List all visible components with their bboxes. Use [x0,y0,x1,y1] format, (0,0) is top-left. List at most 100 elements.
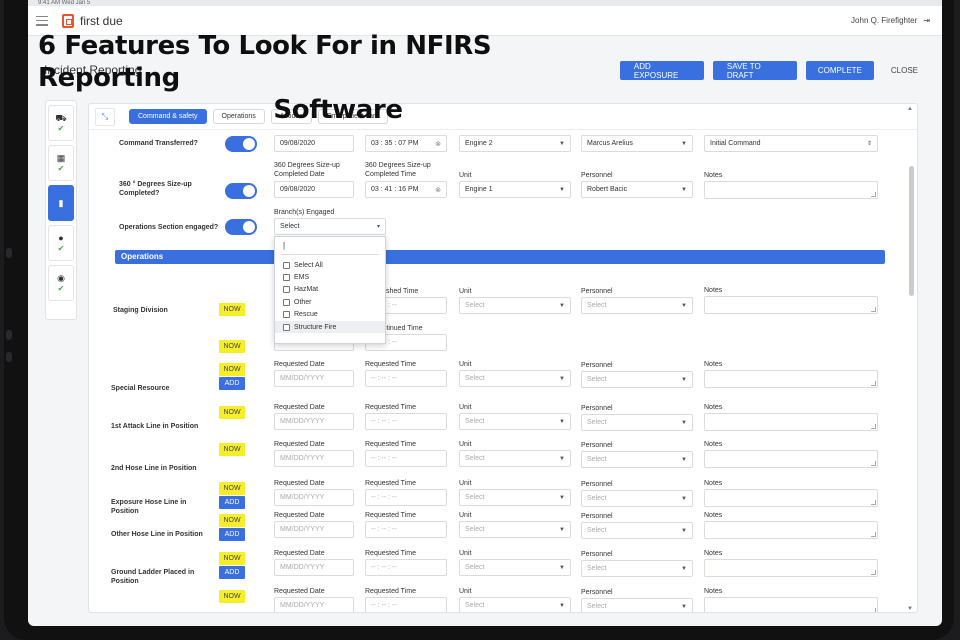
hamburger-menu-icon[interactable] [36,15,48,26]
requested-time-input[interactable]: -- : -- : -- [365,521,447,538]
checkbox[interactable] [283,286,290,294]
requested-time-input[interactable]: -- : -- : -- [365,413,447,430]
scrollbar[interactable]: ▲ ▼ [907,106,915,612]
unit-select[interactable]: Select ▼ [459,297,571,314]
personnel-select[interactable]: Select ▼ [581,297,693,314]
now-button[interactable]: NOW [219,552,245,565]
stepper-icon[interactable]: ⇕ [867,140,872,147]
branch-option[interactable]: Other [275,296,385,308]
requested-date-input[interactable]: MM/DD/YYYY [274,450,354,467]
sizeup-personnel-select[interactable]: Robert Bacic ▼ [581,181,693,198]
branch-option[interactable]: Rescue [275,309,385,321]
command-transferred-date[interactable]: 09/08/2020 [274,135,354,152]
notes-input[interactable] [704,450,878,468]
sizeup-toggle[interactable] [225,183,257,199]
checkbox[interactable] [283,311,290,319]
nav-item-review[interactable]: ◉ ✔ [48,265,74,301]
now-button[interactable]: NOW [219,590,245,603]
personnel-select[interactable]: Select ▼ [581,371,693,388]
branch-option[interactable]: HazMat [275,284,385,296]
requested-time-input[interactable]: -- : -- : -- [365,370,447,387]
requested-date-input[interactable]: MM/DD/YYYY [274,597,354,612]
notes-input[interactable] [704,521,878,539]
command-unit-select[interactable]: Engine 2 ▼ [459,135,571,152]
sizeup-date[interactable]: 09/08/2020 [274,181,354,198]
branches-dropdown[interactable]: | Select All EMS HazMat Other Rescue Structur… [274,236,386,344]
checkbox[interactable] [283,323,290,331]
checkbox[interactable] [283,298,290,306]
command-notes[interactable]: Initial Command ⇕ [704,135,878,152]
requested-time-input[interactable]: -- : -- : -- [365,450,447,467]
sizeup-unit-select[interactable]: Engine 1 ▼ [459,181,571,198]
requested-date-input[interactable]: MM/DD/YYYY [274,413,354,430]
complete-button[interactable]: COMPLETE [805,61,874,80]
add-button[interactable]: ADD [219,528,245,541]
unit-select[interactable]: Select ▼ [459,489,571,506]
chevron-down-icon: ▾ [376,224,380,230]
now-button[interactable]: NOW [219,363,245,376]
clear-icon[interactable]: ⊗ [435,140,441,148]
branch-option[interactable]: EMS [275,271,385,283]
add-button[interactable]: ADD [219,377,245,390]
save-to-draft-button[interactable]: SAVE TO DRAFT [712,61,797,80]
personnel-select[interactable]: Select ▼ [581,490,693,507]
requested-time-input[interactable]: -- : -- : -- [365,597,447,612]
notes-input[interactable] [704,559,878,577]
requested-date-input[interactable]: MM/DD/YYYY [274,521,354,538]
command-transferred-time[interactable]: 03 : 35 : 07 PM ⊗ [365,135,447,152]
command-personnel-select[interactable]: Marcus Arelius ▼ [581,135,693,152]
close-button[interactable]: CLOSE [891,66,918,75]
personnel-select[interactable]: Select ▼ [581,414,693,431]
notes-input[interactable] [704,296,878,314]
now-button[interactable]: NOW [219,340,245,353]
unit-select[interactable]: Select ▼ [459,559,571,576]
now-button[interactable]: NOW [219,514,245,527]
now-button[interactable]: NOW [219,406,245,419]
checkbox[interactable] [283,274,290,282]
branch-option[interactable]: Select All [275,259,385,271]
unit-select[interactable]: Select ▼ [459,370,571,387]
logout-icon[interactable]: ⇥ [923,16,930,25]
now-button[interactable]: NOW [219,303,245,316]
clear-icon[interactable]: ⊗ [435,186,441,194]
nav-item-map[interactable]: ▮ [48,185,74,221]
scroll-up-icon[interactable]: ▲ [907,106,913,112]
personnel-select[interactable]: Select ▼ [581,598,693,612]
unit-select[interactable]: Select ▼ [459,450,571,467]
personnel-select[interactable]: Select ▼ [581,451,693,468]
add-button[interactable]: ADD [219,496,245,509]
requested-date-input[interactable]: MM/DD/YYYY [274,559,354,576]
notes-input[interactable] [704,489,878,507]
unit-select[interactable]: Select ▼ [459,597,571,612]
notes-input[interactable] [704,413,878,431]
nav-item-alert[interactable]: ● ✔ [48,225,74,261]
badge-icon: ◉ [57,272,65,283]
first-due-logo-icon [62,13,74,28]
user-menu[interactable]: John Q. Firefighter ⇥ [851,16,930,25]
ops-section-toggle[interactable] [225,219,257,235]
scrollbar-thumb[interactable] [909,166,914,296]
notes-input[interactable] [704,597,878,612]
unit-select[interactable]: Select ▼ [459,413,571,430]
requested-date-input[interactable]: MM/DD/YYYY [274,489,354,506]
requested-time-input[interactable]: -- : -- : -- [365,489,447,506]
now-button[interactable]: NOW [219,443,245,456]
scroll-down-icon[interactable]: ▼ [907,606,913,612]
sizeup-notes[interactable] [704,181,878,199]
nav-item-dashboard[interactable]: ▦ ✔ [48,145,74,181]
unit-select[interactable]: Select ▼ [459,521,571,538]
checkbox[interactable] [283,261,290,269]
personnel-select[interactable]: Select ▼ [581,560,693,577]
command-transferred-toggle[interactable] [225,136,257,152]
notes-input[interactable] [704,370,878,388]
branches-select[interactable]: Select ▾ [274,218,386,235]
branch-option[interactable]: Structure Fire [275,320,385,334]
branches-search-input[interactable]: | [281,241,379,255]
requested-time-input[interactable]: -- : -- : -- [365,559,447,576]
now-button[interactable]: NOW [219,482,245,495]
add-button[interactable]: ADD [219,566,245,579]
personnel-select[interactable]: Select ▼ [581,522,693,539]
requested-date-input[interactable]: MM/DD/YYYY [274,370,354,387]
sizeup-time[interactable]: 03 : 41 : 16 PM ⊗ [365,181,447,198]
device-button [6,330,12,340]
